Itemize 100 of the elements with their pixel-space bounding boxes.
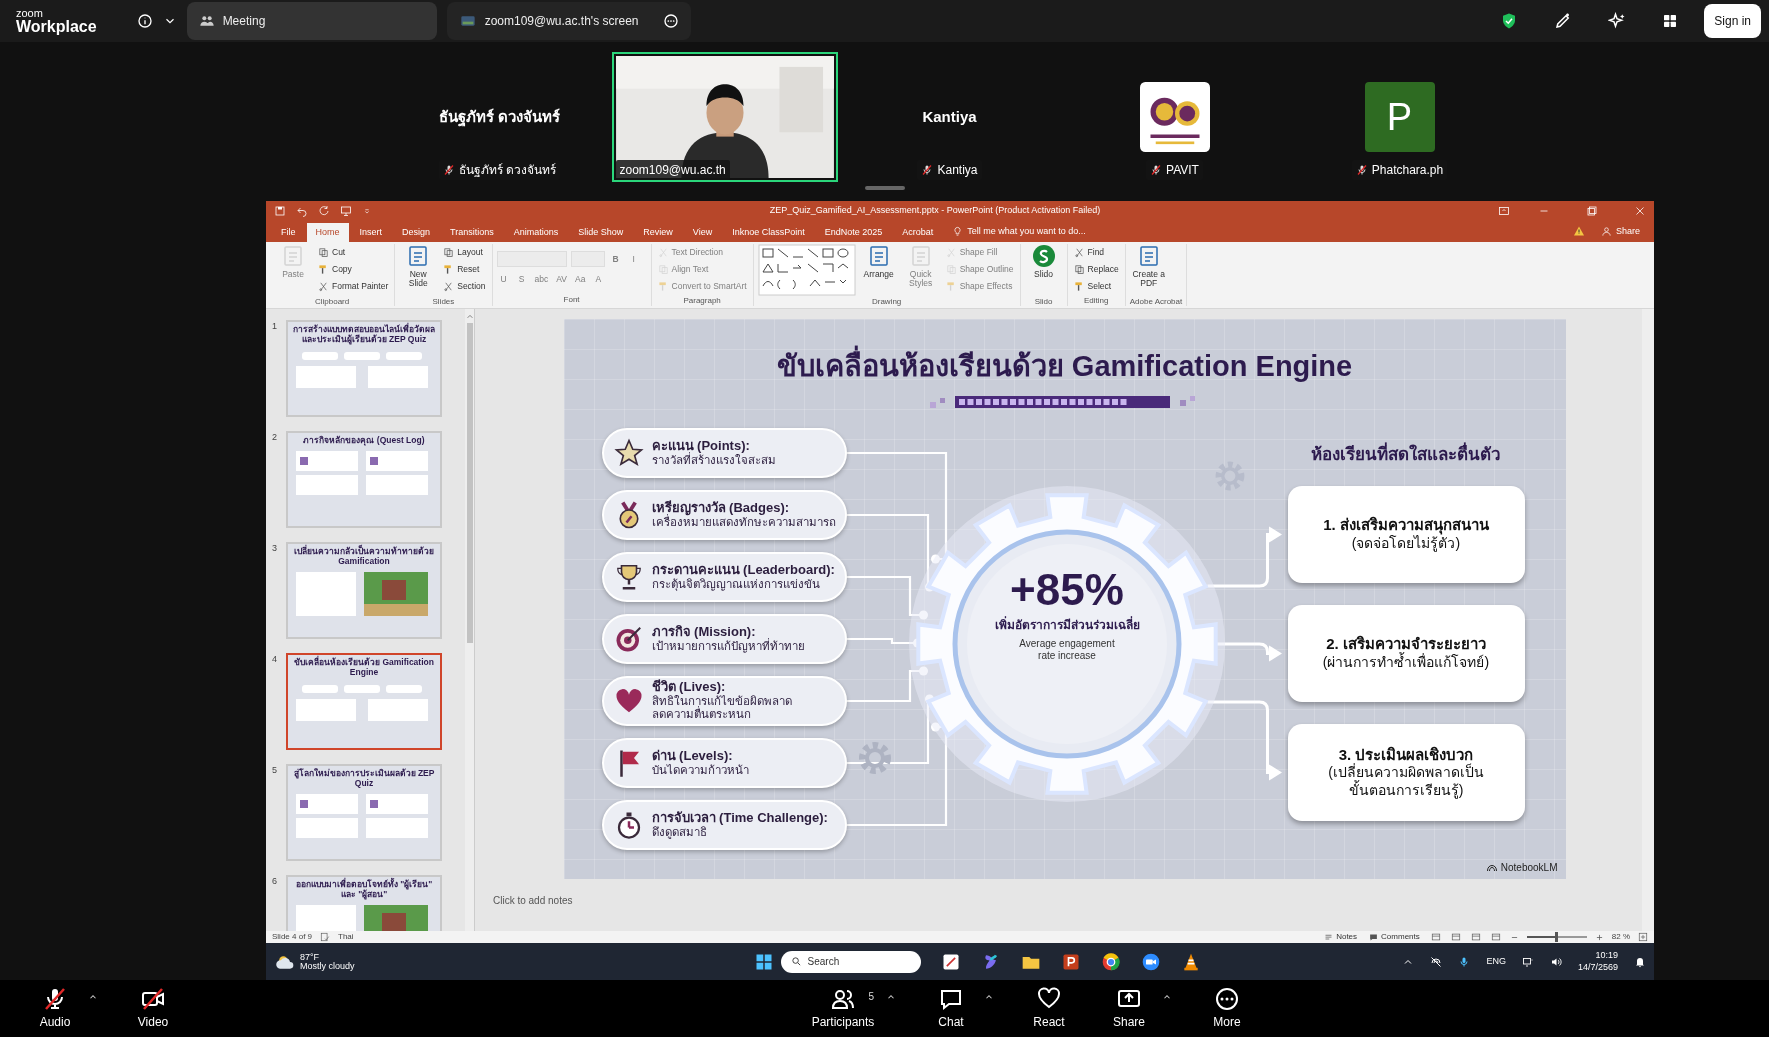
apps-grid-icon[interactable] bbox=[1662, 13, 1679, 29]
stat-value: +85% bbox=[1010, 568, 1124, 612]
slideshow-icon[interactable] bbox=[1489, 932, 1502, 942]
ribbon-button[interactable]: Section bbox=[441, 278, 488, 295]
meeting-tab[interactable]: Meeting bbox=[186, 2, 437, 40]
ribbon-button[interactable]: Reset bbox=[441, 261, 488, 278]
more-button[interactable]: More bbox=[1202, 986, 1252, 1031]
warning-icon[interactable] bbox=[1572, 225, 1585, 238]
display-icon[interactable] bbox=[1521, 955, 1534, 968]
fit-slide-icon[interactable] bbox=[1638, 932, 1648, 942]
react-button[interactable]: React bbox=[1024, 986, 1074, 1031]
chat-button[interactable]: Chat bbox=[926, 986, 976, 1031]
ribbon-tab[interactable]: Animations bbox=[504, 222, 568, 242]
slide-thumbnail[interactable]: เปลี่ยนความกลัวเป็นความท้าทายด้วย Gamification bbox=[286, 542, 442, 639]
network-off-icon[interactable] bbox=[1430, 955, 1443, 968]
thumbnail-title: สู่โลกใหม่ของการประเมินผลด้วย ZEP Quiz bbox=[292, 769, 436, 789]
feature-description: ดึงดูดสมาธิ bbox=[651, 825, 708, 840]
comments-button[interactable]: Comments bbox=[1367, 928, 1422, 946]
group-label: Slides bbox=[431, 296, 456, 308]
feature-description: กระตุ้นจิตวิญญาณแห่งการแข่งขัน bbox=[651, 577, 821, 592]
ribbon-tab[interactable]: Design bbox=[393, 222, 440, 242]
command-icon bbox=[945, 247, 957, 258]
ribbon-button[interactable]: Arrange bbox=[859, 244, 898, 296]
ribbon-button[interactable]: Format Painter bbox=[316, 278, 391, 295]
ribbon-tab[interactable]: Transitions bbox=[441, 222, 503, 242]
clock-time[interactable]: 10:19 bbox=[1595, 950, 1618, 962]
ribbon-tab[interactable]: File bbox=[272, 222, 305, 242]
ribbon-tab[interactable]: Review bbox=[634, 222, 682, 242]
notes-button[interactable]: Notes bbox=[1322, 928, 1360, 946]
redo-icon[interactable] bbox=[318, 205, 330, 217]
audio-button[interactable]: Audio bbox=[30, 986, 80, 1031]
ribbon-button[interactable]: Replace bbox=[1071, 261, 1121, 278]
ribbon-button[interactable]: Find bbox=[1071, 244, 1121, 261]
clock-date[interactable]: 14/7/2569 bbox=[1577, 961, 1618, 973]
participant-name: zoom109@wu.ac.th bbox=[619, 162, 726, 179]
slide-sorter-icon[interactable] bbox=[1449, 932, 1462, 942]
ribbon-tab[interactable]: Acrobat bbox=[893, 222, 943, 242]
lightbulb-icon bbox=[952, 225, 964, 237]
outcome-title: 3. ประเมินผลเชิงบวก bbox=[1338, 745, 1474, 763]
ribbon-button[interactable]: Select bbox=[1071, 278, 1121, 295]
ribbon-button[interactable]: Copy bbox=[316, 261, 391, 278]
command-icon bbox=[318, 264, 329, 275]
save-icon[interactable] bbox=[274, 205, 286, 217]
resize-handle[interactable] bbox=[864, 186, 905, 190]
slide-number: 5 bbox=[272, 764, 278, 777]
ribbon-button[interactable]: New Slide bbox=[399, 244, 438, 296]
scrollbar[interactable] bbox=[1642, 309, 1654, 931]
video-button[interactable]: Video bbox=[128, 986, 178, 1031]
volume-icon[interactable] bbox=[1549, 955, 1562, 968]
search-field[interactable]: Search bbox=[780, 950, 921, 973]
feature-title: ด่าน (Levels): bbox=[651, 748, 733, 763]
feature-description: เครื่องหมายแสดงทักษะความสามารถ bbox=[651, 515, 836, 530]
participants-button[interactable]: Participants 5 bbox=[808, 986, 878, 1031]
ribbon-tab[interactable]: Inknoe ClassPoint bbox=[723, 222, 814, 242]
reading-view-icon[interactable] bbox=[1469, 932, 1482, 942]
zoom-in-icon[interactable] bbox=[1594, 932, 1604, 942]
spelling-icon[interactable] bbox=[320, 932, 331, 942]
slide-number: 3 bbox=[272, 542, 278, 555]
ribbon-button[interactable]: Create a PDF bbox=[1129, 244, 1168, 296]
ribbon-tab[interactable]: Slide Show bbox=[569, 222, 633, 242]
share-button[interactable]: Share bbox=[1600, 224, 1640, 238]
zoom-level[interactable]: 82 % bbox=[1611, 931, 1630, 943]
outcome-description: (ผ่านการทำซ้ำเพื่อแก้โจทย์) bbox=[1322, 654, 1490, 672]
share-button[interactable]: Share bbox=[1104, 986, 1154, 1031]
undo-icon[interactable] bbox=[296, 205, 308, 217]
participant-count: 5 bbox=[868, 989, 874, 1004]
tell-me-search[interactable]: Tell me what you want to do... bbox=[967, 224, 1086, 238]
input-language[interactable]: ENG bbox=[1486, 954, 1506, 969]
slide-thumbnail[interactable]: ภารกิจหลักของคุณ (Quest Log) bbox=[286, 431, 442, 528]
close-icon[interactable] bbox=[1634, 205, 1646, 217]
shapes-gallery[interactable] bbox=[757, 244, 856, 296]
browser-icon[interactable] bbox=[1100, 951, 1121, 972]
present-icon[interactable] bbox=[340, 205, 352, 217]
ribbon-tab[interactable]: EndNote 2025 bbox=[815, 222, 892, 242]
sign-in-button[interactable]: Sign in bbox=[1704, 4, 1761, 38]
more-icon[interactable] bbox=[662, 13, 679, 29]
meeting-tab[interactable]: zoom109@wu.ac.th's screen bbox=[446, 2, 691, 40]
feature-title: การจับเวลา (Time Challenge): bbox=[651, 810, 828, 826]
slide-thumbnail[interactable]: สู่โลกใหม่ของการประเมินผลด้วย ZEP Quiz bbox=[286, 764, 442, 861]
slide-thumbnail[interactable]: ขับเคลื่อนห้องเรียนด้วย Gamification Engine bbox=[286, 653, 442, 750]
command-icon bbox=[945, 281, 957, 292]
notification-bell-icon[interactable] bbox=[1634, 955, 1646, 968]
language-label[interactable]: Thai bbox=[338, 931, 354, 943]
ribbon-tab[interactable]: Insert bbox=[350, 222, 392, 242]
slide-thumbnail[interactable]: การสร้างแบบทดสอบออนไลน์เพื่อวัดผลและประเมินผู้เรียนด้วย ZEP Quiz bbox=[286, 320, 442, 417]
sparkle-icon[interactable] bbox=[1608, 12, 1627, 30]
info-icon[interactable] bbox=[136, 13, 153, 29]
ribbon-tab[interactable]: View bbox=[683, 222, 722, 242]
start-icon[interactable] bbox=[754, 952, 773, 971]
ribbon-display-icon[interactable] bbox=[1498, 205, 1510, 217]
restore-icon[interactable] bbox=[1586, 205, 1598, 217]
scrollbar-thumb[interactable] bbox=[466, 323, 473, 643]
normal-view-icon[interactable] bbox=[1429, 932, 1442, 942]
ribbon-button[interactable]: Slido bbox=[1024, 244, 1063, 296]
video-app-icon[interactable] bbox=[1140, 951, 1161, 972]
notes-field[interactable]: Click to add notes bbox=[475, 879, 1640, 908]
ribbon-tab[interactable]: Home bbox=[306, 222, 349, 242]
slide-thumbnail[interactable]: ออกแบบมาเพื่อตอบโจทย์ทั้ง "ผู้เรียน" และ "ผู้สอน" bbox=[286, 875, 442, 931]
ribbon-button[interactable]: Layout bbox=[441, 244, 488, 261]
ribbon-button[interactable]: Cut bbox=[316, 244, 391, 261]
